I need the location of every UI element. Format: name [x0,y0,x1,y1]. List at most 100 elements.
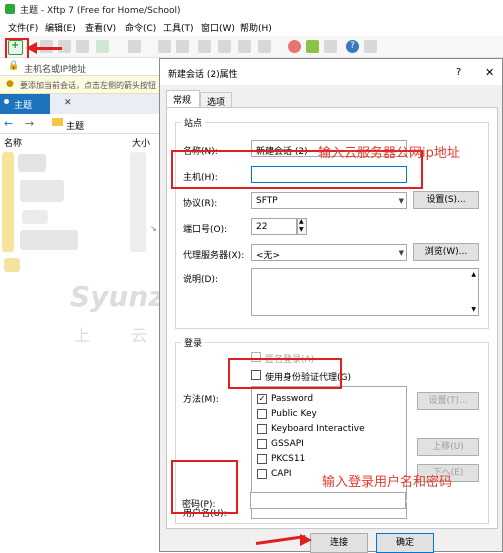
protocol-value: SFTP [256,196,278,206]
info-text: 要添加当前会话，点击左侧的箭头按钮 [20,81,156,90]
tab-local[interactable]: 主题 [0,94,50,114]
method-settings-button[interactable]: 设置(T)... [417,392,479,410]
menu-edit[interactable]: 编辑(E) [45,21,76,34]
protocol-label: 协议(R): [183,199,218,209]
window-title: 主题 - Xftp 7 (Free for Home/School) [20,6,181,16]
description-field[interactable]: ▲ ▼ [251,268,479,316]
print-icon[interactable] [238,40,251,53]
file-list: ↘ [0,148,160,552]
help-button[interactable]: ? [456,67,461,78]
blurred-file [18,154,46,172]
connect-button[interactable]: 连接 [310,533,368,553]
resize-handle-icon[interactable]: ↘ [150,224,157,233]
menu-view[interactable]: 查看(V) [85,21,116,34]
dialog-title: 新建会话 (2)属性 [168,70,238,80]
proxy-value: <无> [256,251,281,261]
method-password-label: Password [271,394,314,404]
menu-file[interactable]: 文件(F) [8,21,38,34]
new-session-arrowhead [26,42,37,54]
address-bar[interactable]: 🔒 主机名或IP地址 [0,58,160,76]
browse-button[interactable]: 浏览(W)... [413,243,479,261]
transfer-icon[interactable] [96,40,109,53]
session-tab-bar: 主题 ✕ [0,94,160,114]
tab-general[interactable]: 常规 [166,90,200,108]
menu-help[interactable]: 帮助(H) [240,21,272,34]
method-publickey-label: Public Key [271,409,317,419]
info-bar: ● 要添加当前会话，点击左侧的箭头按钮 [0,76,160,94]
blurred-file [20,180,64,202]
password-field[interactable] [250,492,406,509]
protocol-select[interactable]: SFTP ▼ [251,192,407,209]
port-field[interactable]: 22 [251,218,297,235]
blurred-file-icons [2,152,14,252]
gear-icon[interactable] [324,40,337,53]
chevron-down-icon: ▼ [398,249,404,257]
tab-label: 主题 [14,101,33,111]
menu-tools[interactable]: 工具(T) [163,21,194,34]
spin-up-icon[interactable]: ▲ [299,218,304,225]
connect-arrowhead [300,534,312,546]
move-up-button[interactable]: 上移(U) [417,438,479,456]
spin-down-icon[interactable]: ▼ [299,226,304,233]
method-capi-label: CAPI [271,469,292,479]
nav-bar: ← → 主题 [0,114,160,134]
blurred-file [20,230,78,250]
lock-icon: 🔒 [8,61,20,71]
reconnect-icon[interactable] [76,40,89,53]
current-path: 主题 [66,122,85,132]
close-tab-icon[interactable]: ✕ [64,98,72,108]
properties-icon[interactable] [128,40,141,53]
blurred-file-icon [4,258,20,272]
xftp-app-icon [5,4,15,14]
protocol-settings-button[interactable]: 设置(S)... [413,191,479,209]
method-pkcs11-checkbox[interactable] [257,454,267,464]
refresh-icon[interactable] [198,40,211,53]
credentials-highlight-box [171,460,238,514]
description-label: 说明(D): [183,275,218,285]
netsarang-icon[interactable] [306,40,319,53]
blurred-file [22,210,48,224]
method-label: 方法(M): [183,395,219,405]
site-group-label: 站点 [181,116,206,129]
method-gssapi-label: GSSAPI [271,439,304,449]
method-publickey-checkbox[interactable] [257,409,267,419]
search-icon[interactable] [218,40,231,53]
login-group-label: 登录 [181,336,206,349]
xshell-icon[interactable] [288,40,301,53]
method-gssapi-checkbox[interactable] [257,439,267,449]
menu-window[interactable]: 窗口(W) [201,21,235,34]
menu-bar: 文件(F) 编辑(E) 查看(V) 命令(C) 工具(T) 窗口(W) 帮助(H… [0,18,503,36]
help-icon[interactable]: ? [346,40,359,53]
file-list-header: 名称 大小 [0,134,160,149]
method-pkcs11-label: PKCS11 [271,454,306,464]
method-keyboard-label: Keyboard Interactive [271,424,365,434]
forward-icon[interactable]: → [25,117,34,130]
about-icon[interactable] [364,40,377,53]
info-icon: ● [6,79,14,89]
close-icon[interactable]: ✕ [485,66,494,79]
scroll-up-icon[interactable]: ▲ [471,271,476,278]
title-bar: 主题 - Xftp 7 (Free for Home/School) [0,0,503,18]
proxy-select[interactable]: <无> ▼ [251,244,407,261]
method-capi-checkbox[interactable] [257,469,267,479]
tab-options[interactable]: 选项 [200,92,232,108]
tab-dot-icon [4,99,9,104]
globe-icon[interactable] [258,40,271,53]
proxy-label: 代理服务器(X): [183,251,245,261]
toolbar: + ? [0,36,503,58]
port-stepper[interactable]: ▲ ▼ [297,218,307,235]
ok-button[interactable]: 确定 [376,533,434,553]
method-keyboard-checkbox[interactable] [257,424,267,434]
folder-icon [52,118,63,126]
dialog-title-bar: 新建会话 (2)属性 ? ✕ [160,59,502,85]
port-label: 端口号(O): [183,225,228,235]
blurred-sizes [130,152,146,252]
new-session-arrow [36,47,62,50]
paste-icon[interactable] [176,40,189,53]
method-password-checkbox[interactable]: ✓ [257,394,267,404]
copy-icon[interactable] [158,40,171,53]
chevron-down-icon: ▼ [398,197,404,205]
scroll-down-icon[interactable]: ▼ [471,306,476,313]
back-icon[interactable]: ← [4,117,13,130]
menu-command[interactable]: 命令(C) [125,21,156,34]
